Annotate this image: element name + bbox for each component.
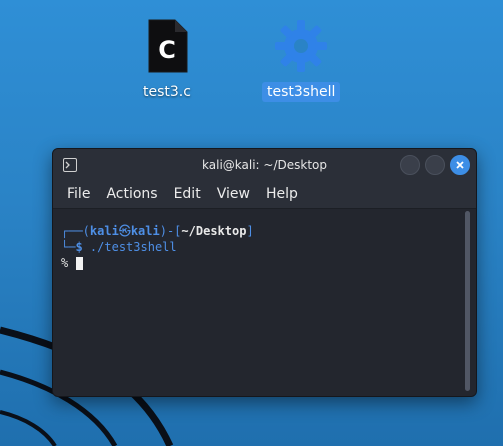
prompt-line-2: └─$ ./test3shell bbox=[61, 239, 476, 255]
menu-help[interactable]: Help bbox=[260, 182, 304, 206]
prompt-host: kali bbox=[130, 224, 160, 238]
c-letter: C bbox=[158, 36, 176, 64]
prompt-corner: └─ bbox=[61, 240, 76, 254]
prompt-separator: )-[ bbox=[159, 224, 182, 238]
shell-prompt-percent: % bbox=[61, 256, 69, 270]
terminal-output[interactable]: ┌──(kali㉿kali)-[~/Desktop] └─$ ./test3sh… bbox=[53, 209, 476, 396]
menu-actions[interactable]: Actions bbox=[100, 182, 163, 206]
menu-file[interactable]: File bbox=[61, 182, 96, 206]
window-titlebar[interactable]: kali@kali: ~/Desktop bbox=[53, 149, 476, 180]
terminal-scrollbar[interactable] bbox=[465, 211, 470, 391]
maximize-button[interactable] bbox=[425, 155, 445, 175]
prompt-path: ~/Desktop bbox=[181, 224, 247, 238]
terminal-window[interactable]: kali@kali: ~/Desktop File Actions Edit V… bbox=[52, 148, 477, 397]
close-icon bbox=[456, 161, 464, 169]
menu-bar: File Actions Edit View Help bbox=[53, 180, 476, 209]
prompt-bracket: ┌──( bbox=[61, 224, 90, 238]
prompt-line-1: ┌──(kali㉿kali)-[~/Desktop] bbox=[61, 223, 476, 239]
menu-view[interactable]: View bbox=[211, 182, 256, 206]
prompt-bracket-close: ] bbox=[246, 224, 254, 238]
entered-command: ./test3shell bbox=[89, 240, 177, 254]
prompt-user: kali bbox=[89, 224, 119, 238]
close-button[interactable] bbox=[450, 155, 470, 175]
gear-icon bbox=[273, 18, 329, 74]
prompt-skull-glyph: ㉿ bbox=[118, 224, 131, 238]
scrollbar-thumb[interactable] bbox=[465, 211, 470, 391]
text-cursor bbox=[76, 257, 84, 270]
window-title: kali@kali: ~/Desktop bbox=[202, 157, 327, 172]
menu-edit[interactable]: Edit bbox=[168, 182, 207, 206]
desktop-icon-test3shell[interactable]: test3shell bbox=[262, 18, 341, 102]
c-source-file-icon: C bbox=[139, 18, 195, 74]
terminal-app-icon[interactable] bbox=[63, 157, 77, 176]
desktop-icon-label: test3.c bbox=[143, 84, 191, 100]
shell-output-line: % bbox=[61, 255, 476, 271]
desktop-icon-label: test3shell bbox=[262, 82, 341, 102]
desktop-icon-test3-c[interactable]: C test3.c bbox=[138, 18, 196, 102]
prompt-dollar: $ bbox=[75, 240, 83, 254]
window-controls bbox=[400, 155, 470, 175]
minimize-button[interactable] bbox=[400, 155, 420, 175]
